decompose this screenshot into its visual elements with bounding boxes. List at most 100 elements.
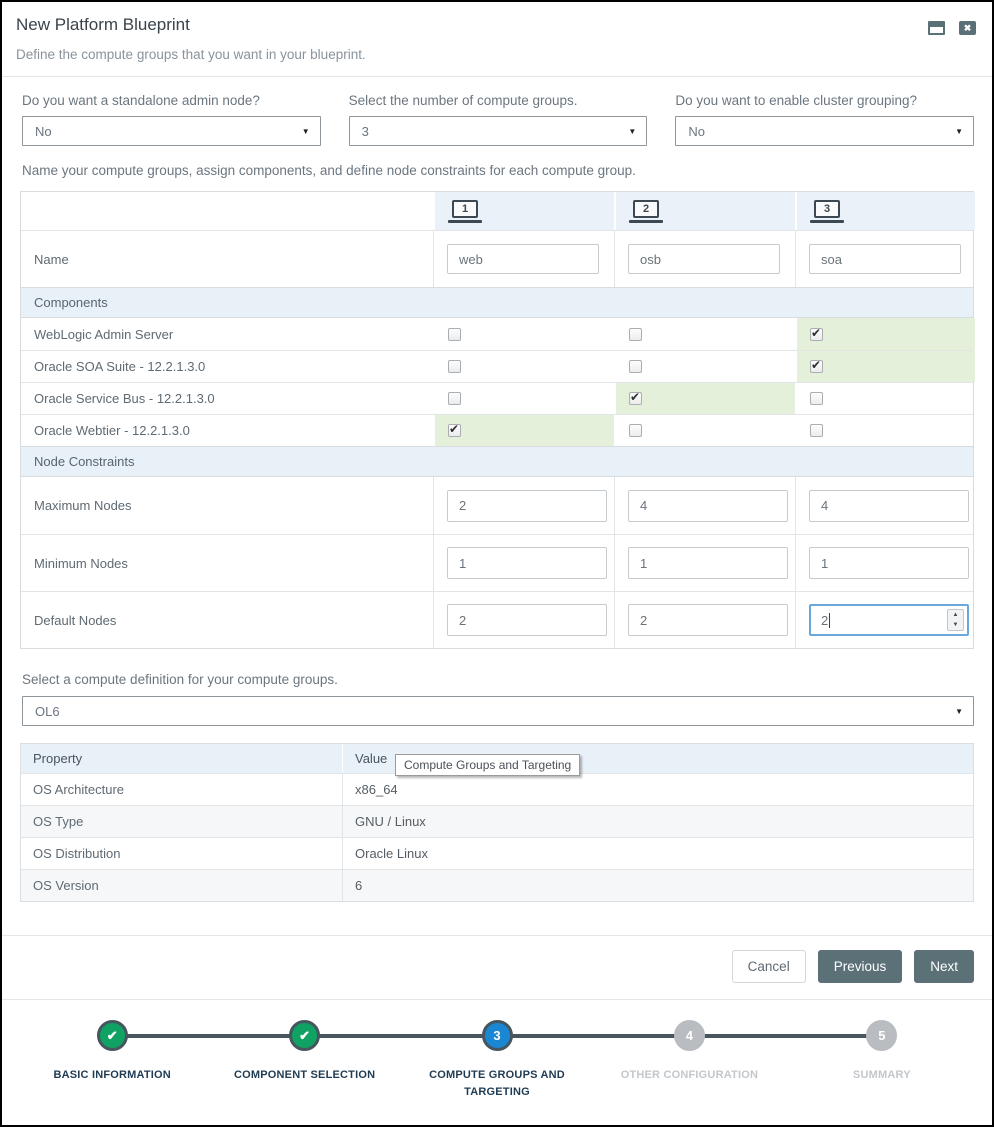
component-row-weblogic-admin-server: WebLogic Admin Server [21,318,973,350]
spinner-down-icon[interactable]: ▼ [953,622,959,628]
step-circle-component-selection[interactable]: ✔ [289,1020,320,1051]
group-3-header: 3 [795,192,975,230]
step-circle-summary[interactable]: 5 [866,1020,897,1051]
step-circle-compute-groups-and-targeting[interactable]: 3 [482,1020,513,1051]
laptop-icon: 1 [448,200,482,223]
component-checkbox[interactable] [448,328,461,341]
admin-node-label: Do you want a standalone admin node? [22,93,321,108]
new-platform-blueprint-dialog: New Platform Blueprint Define the comput… [0,0,994,1127]
min-nodes-cell-2 [614,535,795,591]
group-2-number: 2 [633,200,659,218]
step-summary: 5 SUMMARY [786,1020,978,1100]
group-2-header: 2 [614,192,795,230]
chevron-down-icon: ▼ [955,127,963,136]
component-checkbox[interactable] [810,360,823,373]
laptop-icon: 3 [810,200,844,223]
property-name: OS Distribution [21,838,343,869]
compute-definition-select[interactable]: OL6 ▼ [22,696,974,726]
default-nodes-row: Default Nodes 2 ▲ ▼ [21,591,973,648]
component-checkbox[interactable] [810,392,823,405]
step-label: BASIC INFORMATION [53,1067,170,1084]
step-other-configuration: 4 OTHER CONFIGURATION [593,1020,785,1100]
component-checkbox-cell [433,383,614,414]
group-1-header: 1 [433,192,614,230]
table-row: OS Type GNU / Linux [21,805,973,837]
question-compute-groups: Select the number of compute groups. 3 ▼ [349,93,648,146]
group-1-min-nodes-input[interactable] [447,547,607,579]
chevron-down-icon: ▼ [628,127,636,136]
name-row-label: Name [21,231,433,287]
component-checkbox-cell [614,383,795,414]
group-1-name-input[interactable] [447,244,599,274]
group-1-max-nodes-input[interactable] [447,490,607,522]
component-label: WebLogic Admin Server [21,318,433,350]
component-checkbox[interactable] [629,392,642,405]
default-nodes-cell-1 [433,592,614,648]
group-1-number: 1 [452,200,478,218]
component-checkbox[interactable] [810,424,823,437]
property-name: OS Type [21,806,343,837]
name-row: Name [21,230,973,287]
cluster-grouping-select[interactable]: No ▼ [675,116,974,146]
component-checkbox-cell [795,318,975,350]
laptop-base [448,220,482,223]
default-nodes-value: 2 [821,613,828,628]
number-spinner[interactable]: ▲ ▼ [947,609,964,631]
step-number: 4 [686,1029,693,1042]
dialog-footer: Cancel Previous Next [2,935,992,999]
component-checkbox[interactable] [448,424,461,437]
group-3-max-nodes-input[interactable] [809,490,969,522]
maximize-icon[interactable] [928,21,945,35]
compute-groups-select[interactable]: 3 ▼ [349,116,648,146]
component-checkbox[interactable] [629,328,642,341]
component-row-oracle-service-bus: Oracle Service Bus - 12.2.1.3.0 [21,382,973,414]
cluster-grouping-label: Do you want to enable cluster grouping? [675,93,974,108]
group-3-default-nodes-input[interactable]: 2 ▲ ▼ [809,604,969,636]
component-checkbox[interactable] [448,360,461,373]
component-checkbox[interactable] [629,424,642,437]
step-compute-groups-and-targeting: 3 COMPUTE GROUPS AND TARGETING [401,1020,593,1100]
compute-definition-value: OL6 [35,704,60,719]
question-admin-node: Do you want a standalone admin node? No … [22,93,321,146]
step-label: OTHER CONFIGURATION [621,1067,758,1084]
close-icon[interactable]: ✖ [959,21,976,35]
check-icon: ✔ [299,1029,310,1042]
group-2-max-nodes-input[interactable] [628,490,788,522]
previous-button[interactable]: Previous [818,950,903,983]
default-nodes-label: Default Nodes [21,592,433,648]
property-name: OS Architecture [21,774,343,805]
group-1-default-nodes-input[interactable] [447,604,607,636]
compute-definition-label: Select a compute definition for your com… [22,672,972,687]
admin-node-select[interactable]: No ▼ [22,116,321,146]
group-3-min-nodes-input[interactable] [809,547,969,579]
group-2-default-nodes-input[interactable] [628,604,788,636]
component-checkbox[interactable] [448,392,461,405]
step-label: COMPONENT SELECTION [234,1067,375,1084]
component-checkbox-cell [795,351,975,382]
default-nodes-cell-3: 2 ▲ ▼ [795,592,975,648]
step-circle-basic-information[interactable]: ✔ [97,1020,128,1051]
wizard-stepper-section: ✔ BASIC INFORMATION ✔ COMPONENT SELECTIO… [2,999,992,1100]
component-checkbox-cell [433,318,614,350]
step-component-selection: ✔ COMPONENT SELECTION [208,1020,400,1100]
compute-groups-label: Select the number of compute groups. [349,93,648,108]
name-cell-1 [433,231,614,287]
component-row-oracle-soa-suite: Oracle SOA Suite - 12.2.1.3.0 [21,350,973,382]
cancel-button[interactable]: Cancel [732,950,806,983]
wizard-stepper: ✔ BASIC INFORMATION ✔ COMPONENT SELECTIO… [16,1020,978,1100]
step-number: 5 [878,1029,885,1042]
group-2-min-nodes-input[interactable] [628,547,788,579]
group-3-number: 3 [814,200,840,218]
step-circle-other-configuration[interactable]: 4 [674,1020,705,1051]
group-3-name-input[interactable] [809,244,961,274]
maximum-nodes-row: Maximum Nodes [21,477,973,534]
group-2-name-input[interactable] [628,244,780,274]
component-checkbox[interactable] [629,360,642,373]
spinner-up-icon[interactable]: ▲ [953,612,959,618]
dialog-subtitle: Define the compute groups that you want … [16,47,976,62]
next-button[interactable]: Next [914,950,974,983]
component-checkbox[interactable] [810,328,823,341]
max-nodes-cell-3 [795,477,975,534]
property-name: OS Version [21,870,343,901]
node-constraints-section-header: Node Constraints [21,446,973,477]
